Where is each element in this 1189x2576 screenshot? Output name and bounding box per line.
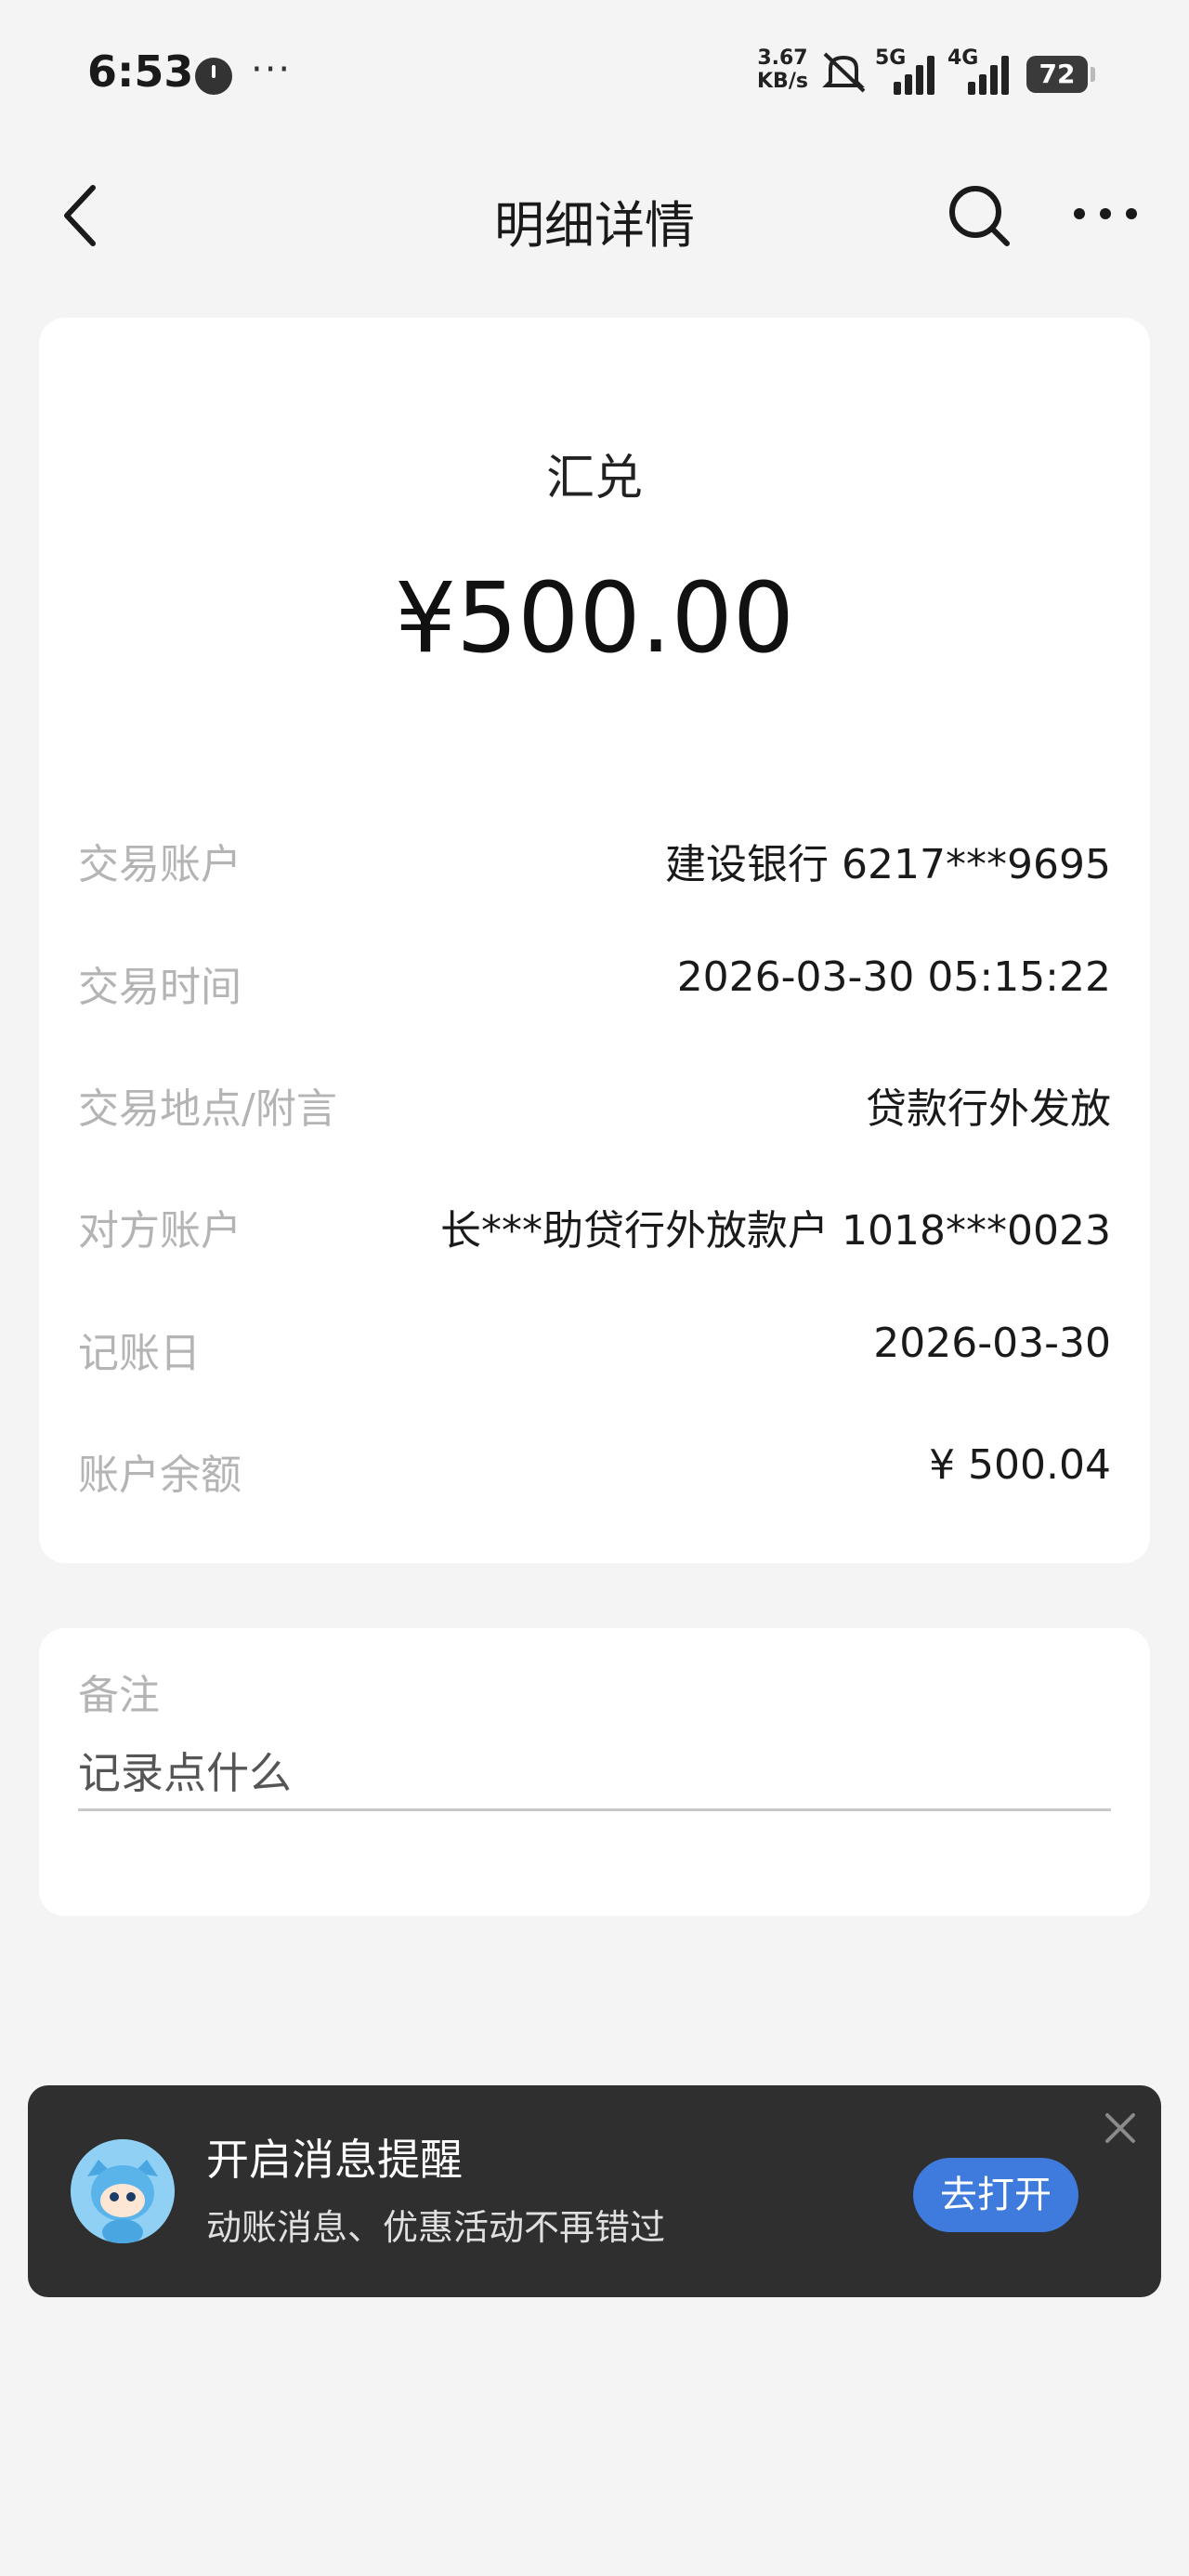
network-speed-value: 3.67 <box>757 46 808 70</box>
detail-value: 2026-03-30 <box>873 1320 1111 1367</box>
sim1-network-tag: 5G <box>875 46 907 70</box>
note-input[interactable] <box>78 1738 1111 1811</box>
navigation-bar: 明细详情 <box>0 158 1189 279</box>
detail-label: 对方账户 <box>78 1207 242 1255</box>
signal-sim1-icon: 5G <box>875 46 940 95</box>
mascot-avatar <box>71 2139 175 2243</box>
detail-row-location-note: 交易地点/附言 贷款行外发放 <box>78 1064 1111 1138</box>
close-icon[interactable] <box>1098 2106 1143 2150</box>
detail-label: 交易地点/附言 <box>78 1085 337 1133</box>
status-bar: 6:53 ··· 3.67 KB/s 5G 4G 72 <box>0 0 1189 149</box>
detail-value: 2026-03-30 05:15:22 <box>676 953 1111 1001</box>
detail-row-balance: 账户余额 ¥ 500.04 <box>78 1430 1111 1505</box>
detail-value: 建设银行 6217***9695 <box>665 841 1111 888</box>
more-horizontal-icon[interactable] <box>1068 186 1143 242</box>
signal-sim2-icon: 4G <box>947 46 1014 95</box>
battery-icon: 72 <box>1026 56 1095 93</box>
detail-value: 长***助贷行外放款户 1018***0023 <box>440 1207 1111 1255</box>
detail-row-time: 交易时间 2026-03-30 05:15:22 <box>78 942 1111 1017</box>
detail-value: 贷款行外发放 <box>866 1085 1111 1133</box>
more-notifications-indicator: ··· <box>251 48 293 91</box>
transaction-amount: ¥500.00 <box>394 561 795 675</box>
bell-off-icon <box>822 52 866 93</box>
enable-notifications-button[interactable]: 去打开 <box>913 2158 1078 2232</box>
transaction-detail-card: 汇兑 ¥500.00 交易账户 建设银行 6217***9695 交易时间 20… <box>39 318 1150 1563</box>
banner-title: 开启消息提醒 <box>206 2135 463 2185</box>
banner-subtitle: 动账消息、优惠活动不再错过 <box>206 2207 666 2248</box>
detail-row-account: 交易账户 建设银行 6217***9695 <box>78 820 1111 894</box>
clock-app-icon <box>195 58 232 95</box>
battery-level: 72 <box>1039 59 1076 89</box>
status-time: 6:53 <box>87 46 194 97</box>
network-speed: 3.67 KB/s <box>757 46 808 93</box>
detail-label: 交易时间 <box>78 964 242 1011</box>
detail-label: 交易账户 <box>78 841 242 888</box>
detail-label: 记账日 <box>78 1330 201 1377</box>
detail-row-posting-date: 记账日 2026-03-30 <box>78 1308 1111 1383</box>
note-card: 备注 <box>39 1628 1150 1916</box>
notification-banner: 开启消息提醒 动账消息、优惠活动不再错过 去打开 <box>28 2085 1161 2297</box>
network-speed-unit: KB/s <box>757 70 808 93</box>
detail-value: ¥ 500.04 <box>929 1441 1111 1489</box>
search-icon[interactable] <box>944 180 1014 251</box>
detail-row-counterparty: 对方账户 长***助贷行外放款户 1018***0023 <box>78 1186 1111 1260</box>
sim2-network-tag: 4G <box>947 46 979 70</box>
detail-label: 账户余额 <box>78 1452 242 1499</box>
note-title: 备注 <box>78 1672 160 1719</box>
transaction-type: 汇兑 <box>545 451 643 506</box>
